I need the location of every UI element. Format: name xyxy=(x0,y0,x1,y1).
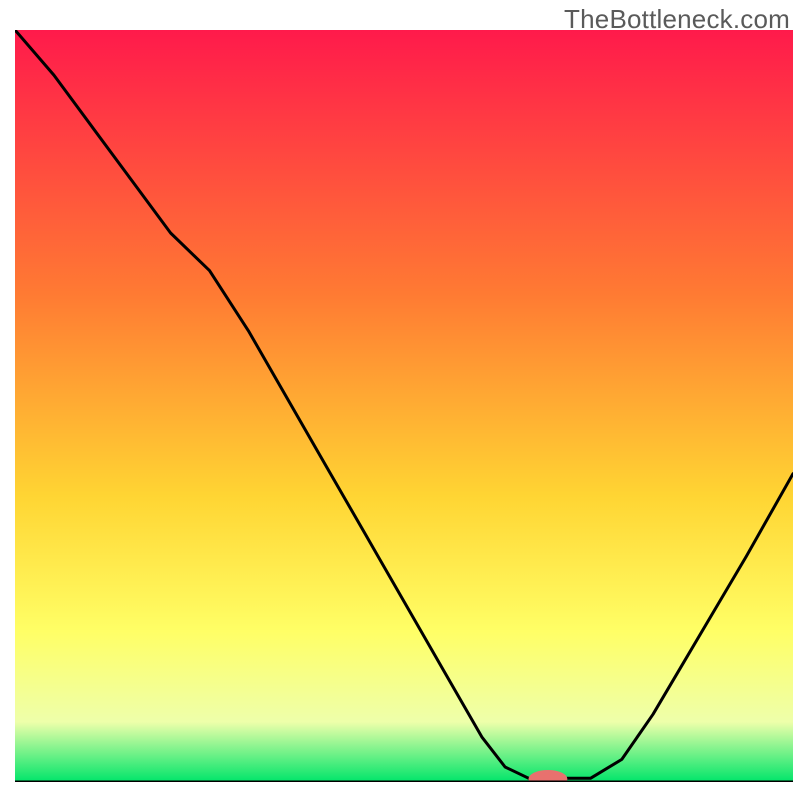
gradient-background xyxy=(15,30,793,782)
chart-container: TheBottleneck.com xyxy=(0,0,800,800)
bottleneck-chart xyxy=(0,0,800,800)
optimal-marker xyxy=(528,770,567,788)
